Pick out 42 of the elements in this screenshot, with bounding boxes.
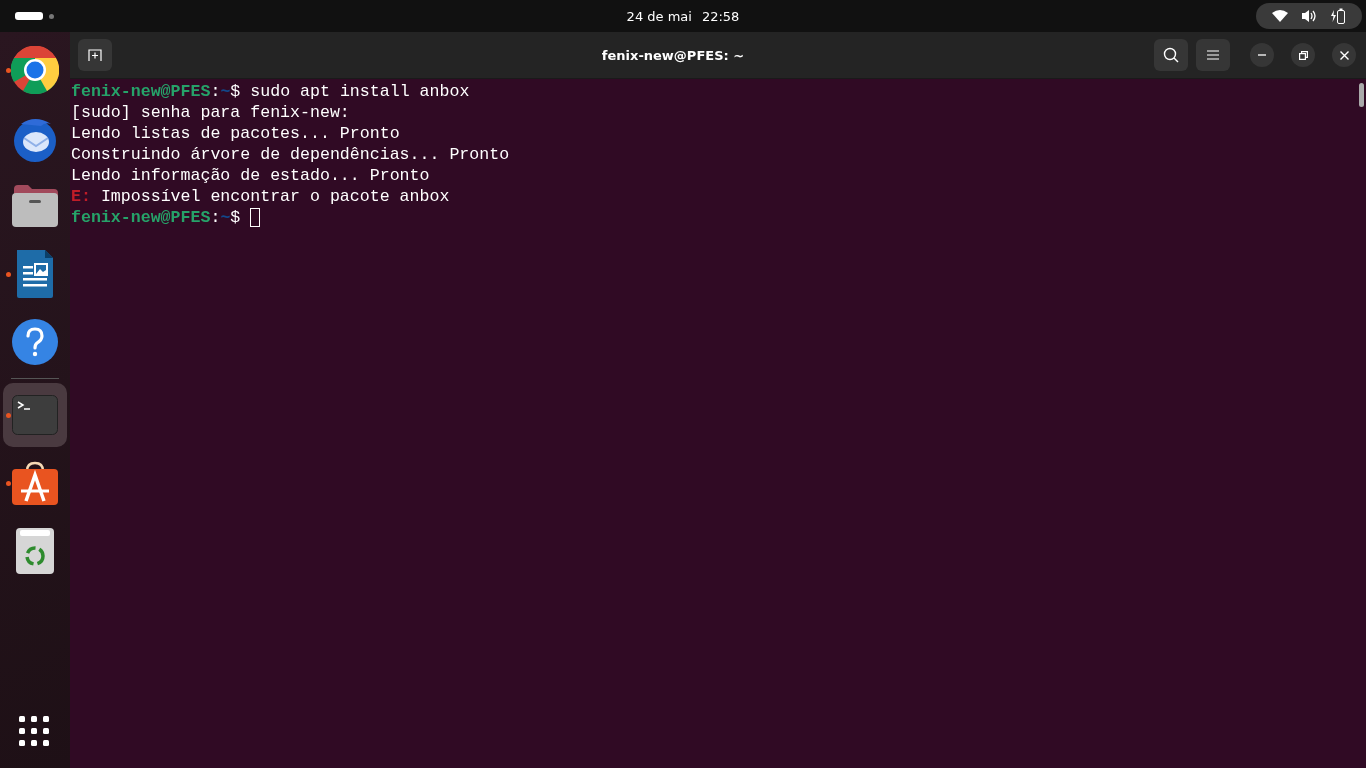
window-title: fenix-new@PFES: ~ [600, 47, 746, 63]
shopping-bag-icon [12, 461, 58, 505]
clock[interactable]: 24 de mai 22:58 [626, 8, 740, 24]
menu-icon [1207, 50, 1219, 60]
restore-icon [1298, 50, 1308, 60]
minimize-icon [1258, 54, 1266, 56]
close-icon [1339, 50, 1349, 60]
status-menu[interactable] [1256, 3, 1362, 29]
terminal-text: [sudo] senha para fenix-new: [71, 102, 350, 123]
folder-icon [12, 185, 58, 227]
battery-icon [1330, 8, 1346, 24]
terminal-text: : [210, 81, 221, 102]
error-label: E: [71, 186, 91, 207]
prompt-user: fenix-new@PFES [71, 207, 211, 228]
wifi-icon [1272, 10, 1288, 22]
minimize-button[interactable] [1250, 43, 1274, 67]
help-icon [12, 319, 58, 365]
terminal-icon [12, 395, 58, 435]
prompt-path: ~ [220, 207, 231, 228]
restore-button[interactable] [1291, 43, 1315, 67]
trash-icon [16, 528, 54, 574]
terminal-text: Lendo informação de estado... Pronto [71, 165, 430, 186]
close-button[interactable] [1332, 43, 1356, 67]
terminal-text: Impossível encontrar o pacote anbox [99, 186, 450, 207]
menu-button[interactable] [1196, 39, 1230, 71]
scrollbar[interactable] [1359, 83, 1364, 107]
prompt-path: ~ [220, 81, 231, 102]
terminal-text: : [210, 207, 221, 228]
terminal-text: $ sudo apt install anbox [230, 81, 470, 102]
terminal-text: $ [230, 207, 242, 228]
document-icon [15, 250, 55, 298]
prompt-user: fenix-new@PFES [71, 81, 211, 102]
new-tab-button[interactable] [78, 39, 112, 71]
search-button[interactable] [1154, 39, 1188, 71]
volume-icon [1301, 9, 1317, 23]
workspace-indicator[interactable] [49, 13, 54, 19]
new-tab-icon [88, 49, 102, 61]
terminal-text: Construindo árvore de dependências... Pronto [71, 144, 510, 165]
search-icon [1163, 47, 1179, 63]
browser-icon [11, 46, 59, 94]
app-grid-icon[interactable] [19, 716, 51, 748]
terminal-text: Lendo listas de pacotes... Pronto [71, 123, 400, 144]
